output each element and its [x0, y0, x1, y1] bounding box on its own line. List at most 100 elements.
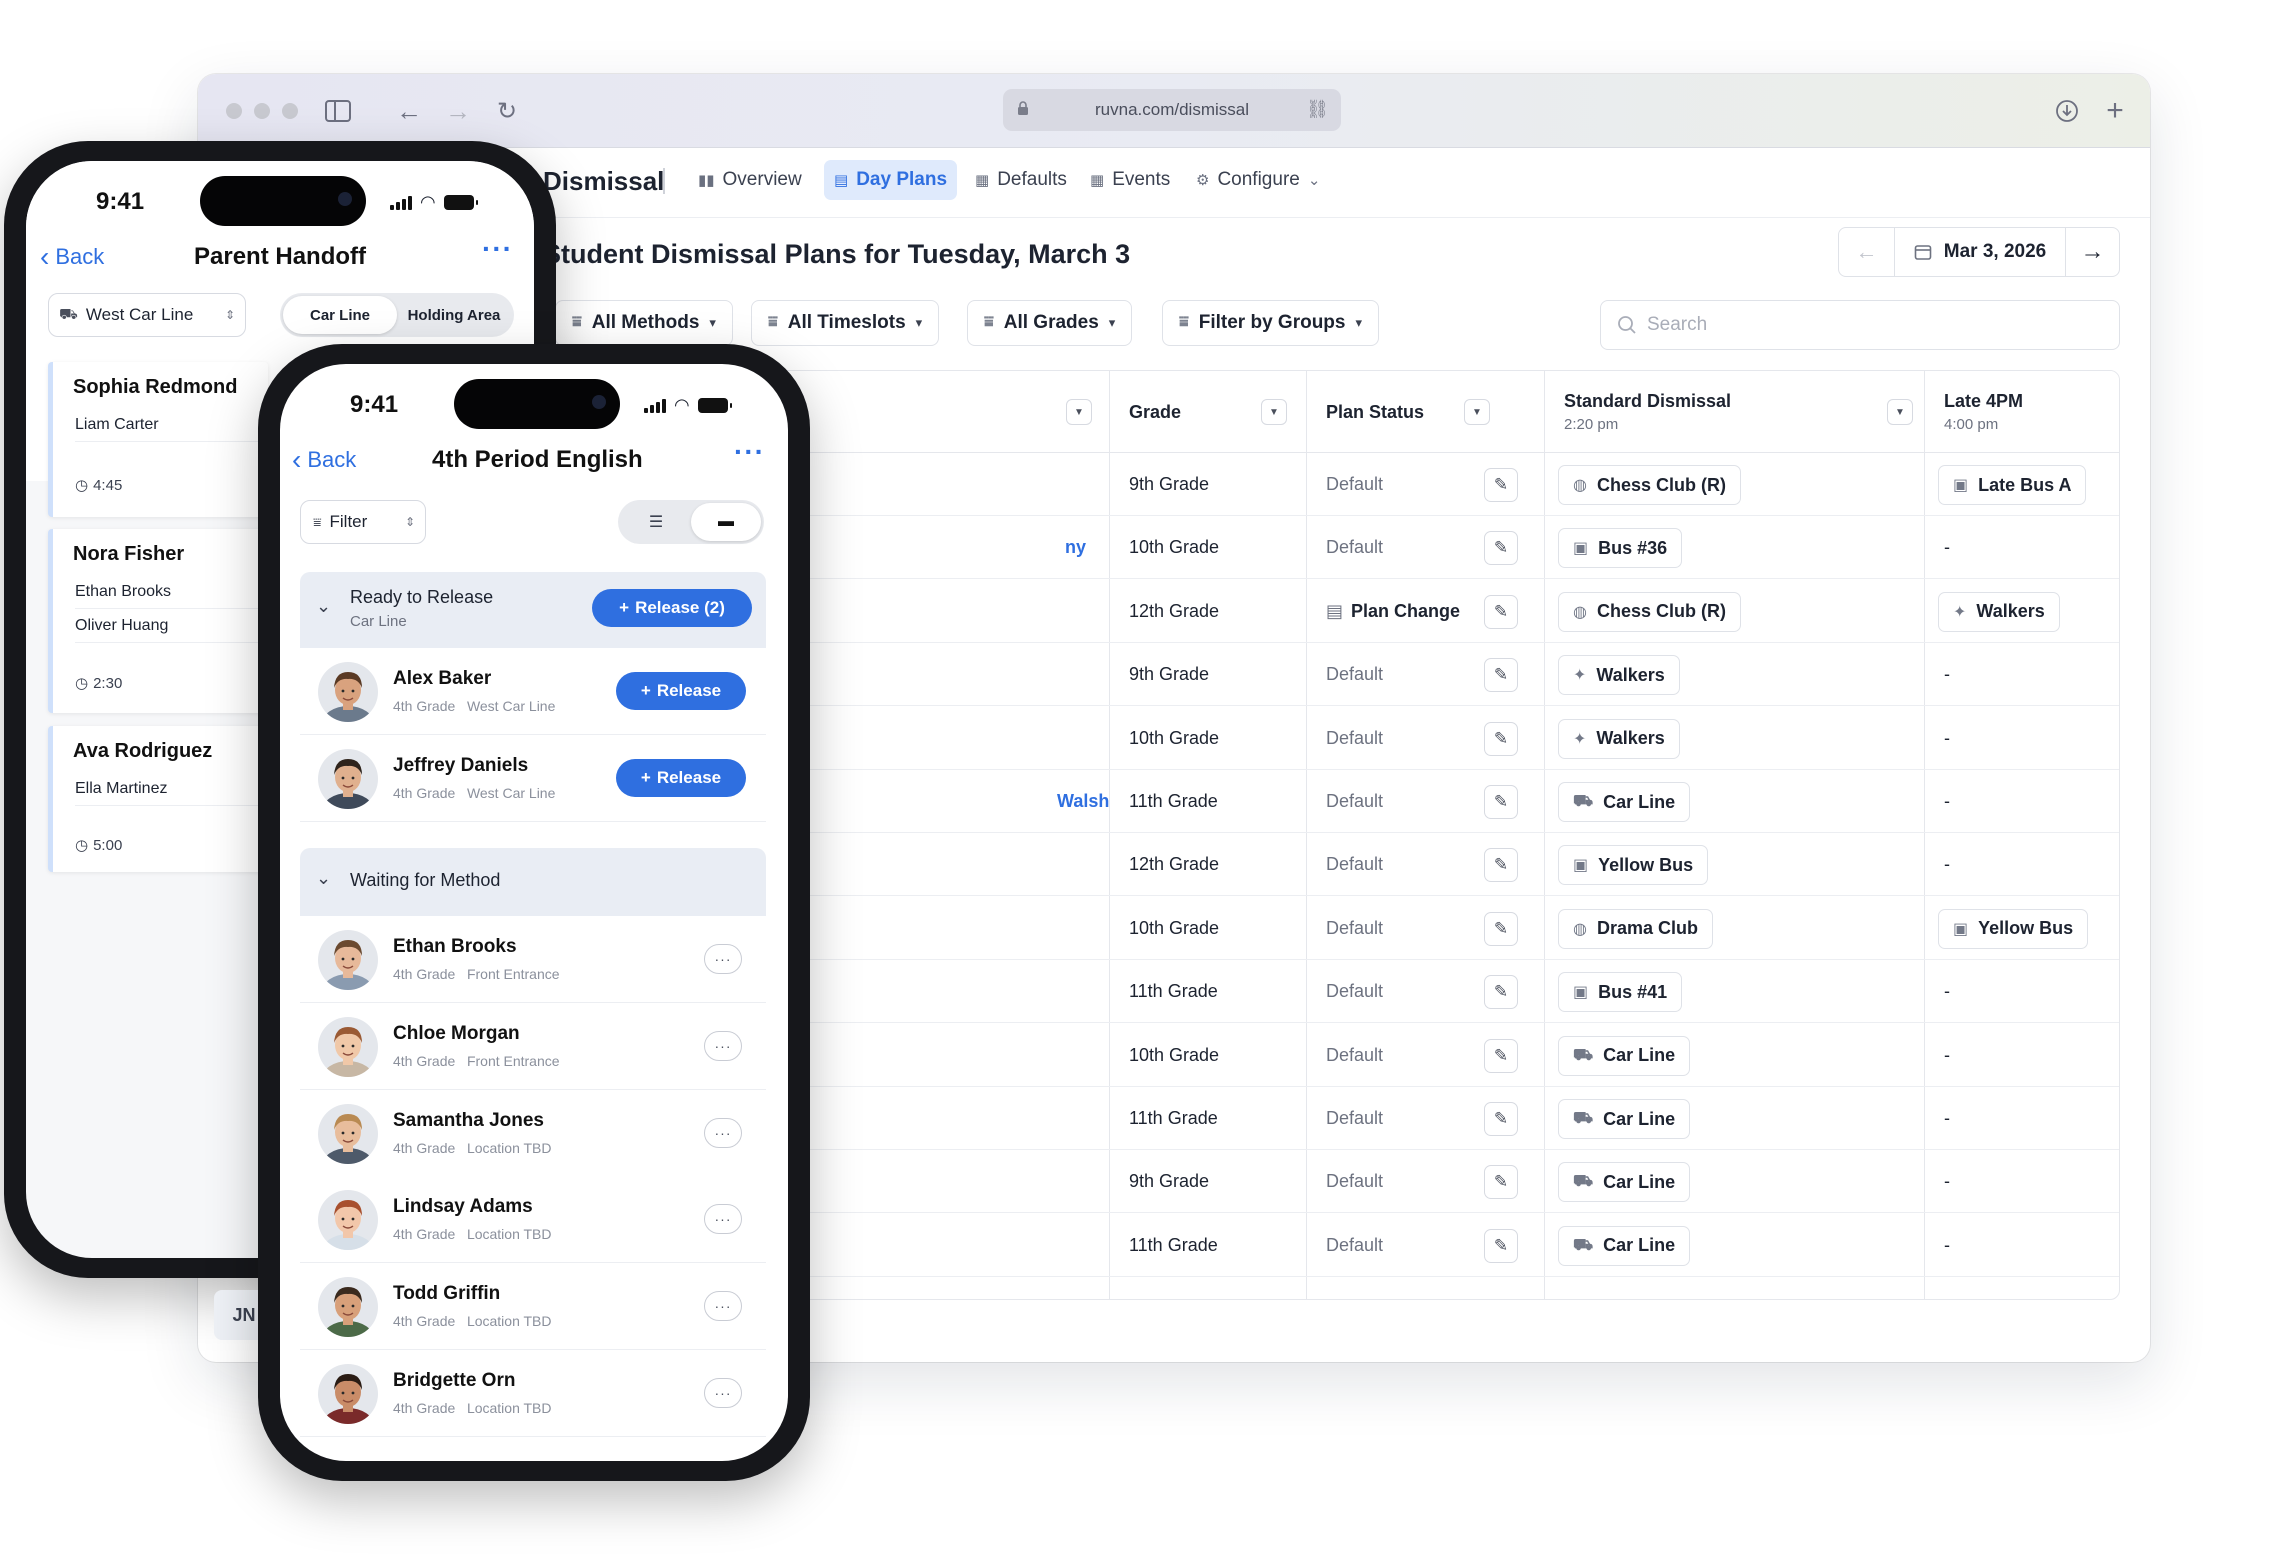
dismissal-method-chip[interactable]: ▣ Bus #36	[1558, 528, 1683, 569]
dismissal-method-chip[interactable]: ⛟ Car Line	[1558, 1099, 1691, 1139]
tab-day-plans[interactable]: ▤ Day Plans	[824, 160, 958, 200]
forward-arrow-icon[interactable]: →	[443, 96, 473, 126]
filter-timeslots-button[interactable]: ⩸ All Timeslots ▾	[751, 300, 940, 346]
date-picker[interactable]: Mar 3, 2026	[1895, 228, 2065, 276]
student-name-link[interactable]: Walsh	[1057, 770, 1109, 833]
plan-status-column-menu-button[interactable]: ▼	[1464, 399, 1490, 425]
edit-plan-button[interactable]: ✎	[1484, 594, 1518, 629]
back-button[interactable]: ‹ Back	[40, 241, 104, 273]
dismissal-method-chip[interactable]: ⛟ Car Line	[1558, 1162, 1691, 1203]
late-method-chip[interactable]: ▣ Yellow Bus	[1938, 908, 2089, 949]
more-actions-button[interactable]: ···	[704, 1204, 742, 1235]
chevron-down-icon: ⌄	[316, 596, 332, 616]
more-actions-button[interactable]: ···	[704, 1378, 742, 1408]
dismissal-method-chip[interactable]: ▣ Yellow Bus	[1558, 845, 1709, 886]
dismissal-method-chip[interactable]: ◍ Chess Club (R)	[1558, 465, 1741, 505]
student-row[interactable]: Bridgette Orn 4th Grade Location TBD ···	[300, 1350, 766, 1437]
card-view-icon[interactable]: ▬	[691, 503, 761, 541]
more-options-icon[interactable]: ···	[734, 436, 765, 468]
student-row[interactable]: Samantha Jones 4th Grade Location TBD ···	[300, 1089, 766, 1177]
window-zoom-dot[interactable]	[282, 103, 298, 119]
more-actions-button[interactable]: ···	[704, 1117, 742, 1148]
student-row[interactable]: Todd Griffin 4th Grade Location TBD ···	[300, 1263, 766, 1351]
dismissal-method-chip[interactable]: ✦ Walkers	[1558, 718, 1680, 759]
late-method-chip[interactable]: ▣ Late Bus A	[1938, 465, 2087, 505]
dismissal-method-chip[interactable]: ◍ Chess Club (R)	[1558, 591, 1741, 632]
late-method-chip[interactable]: ✦ Walkers	[1938, 591, 2060, 632]
tab-overview[interactable]: ▮▮ Overview	[688, 160, 812, 200]
edit-plan-button[interactable]: ✎	[1484, 658, 1518, 693]
lock-icon	[1018, 101, 1028, 115]
layout-toggle: ☰ ▬	[618, 500, 764, 544]
new-tab-icon[interactable]: +	[2100, 94, 2130, 127]
next-day-button[interactable]: →	[2065, 228, 2119, 276]
dismissal-method-chip[interactable]: ⛟ Car Line	[1558, 1035, 1691, 1076]
back-arrow-icon[interactable]: ←	[394, 96, 424, 126]
child-name: Oliver Huang	[75, 609, 275, 643]
search-input[interactable]: Search	[1600, 300, 2120, 350]
list-view-icon[interactable]: ☰	[621, 503, 691, 541]
address-bar[interactable]: ruvna.com/dismissal ⛓	[1003, 89, 1341, 131]
tab-events[interactable]: ▦ Events	[1080, 160, 1180, 200]
filter-button[interactable]: ⩸ Filter ⇕	[300, 500, 426, 544]
more-actions-button[interactable]: ···	[704, 1291, 742, 1322]
dismissal-method-chip[interactable]: ⛟ Car Line	[1558, 1225, 1691, 1266]
edit-plan-button[interactable]: ✎	[1484, 785, 1518, 819]
edit-plan-button[interactable]: ✎	[1484, 1165, 1518, 1200]
link-icon[interactable]: ⛓	[1306, 99, 1329, 120]
dismissal-method-chip[interactable]: ▣ Bus #41	[1558, 972, 1683, 1013]
edit-plan-button[interactable]: ✎	[1484, 721, 1518, 756]
more-options-icon[interactable]: ···	[482, 233, 513, 265]
dismissal-method-chip[interactable]: ⛟ Car Line	[1558, 782, 1691, 822]
filter-grades-button[interactable]: ⩸ All Grades ▾	[967, 300, 1133, 346]
window-close-dot[interactable]	[226, 103, 242, 119]
previous-day-button[interactable]: ←	[1839, 228, 1895, 276]
filter-groups-button[interactable]: ⩸ Filter by Groups ▾	[1162, 300, 1380, 346]
tab-defaults[interactable]: ▦ Defaults	[965, 160, 1077, 200]
student-row[interactable]: Jeffrey Daniels 4th Grade West Car Line + R…	[300, 734, 766, 822]
parent-card[interactable]: Nora Fisher Ethan Brooks Oliver Huang ◷ 2…	[48, 529, 275, 713]
edit-plan-button[interactable]: ✎	[1484, 1228, 1518, 1263]
sidebar-toggle-icon[interactable]	[323, 96, 353, 126]
student-row[interactable]: Ethan Brooks 4th Grade Front Entrance ···	[300, 916, 766, 1003]
student-row[interactable]: Lindsay Adams 4th Grade Location TBD ···	[300, 1176, 766, 1264]
release-button[interactable]: + Release	[616, 672, 746, 710]
edit-plan-button[interactable]: ✎	[1484, 531, 1518, 566]
window-minimize-dot[interactable]	[254, 103, 270, 119]
segment-holding-area[interactable]: Holding Area	[397, 296, 511, 334]
edit-plan-button[interactable]: ✎	[1484, 975, 1518, 1010]
grade-column-menu-button[interactable]: ▼	[1261, 399, 1287, 425]
chevron-down-icon: ⌄	[316, 868, 332, 888]
reload-icon[interactable]: ↻	[492, 96, 522, 126]
student-row[interactable]: Alex Baker 4th Grade West Car Line + Releas…	[300, 648, 766, 735]
edit-plan-button[interactable]: ✎	[1484, 1038, 1518, 1073]
column-menu-button[interactable]: ▼	[1066, 399, 1092, 425]
dismissal-method-chip[interactable]: ◍ Drama Club	[1558, 908, 1713, 949]
edit-plan-button[interactable]: ✎	[1484, 848, 1518, 883]
release-button[interactable]: + Release	[616, 758, 746, 797]
more-actions-button[interactable]: ···	[704, 944, 742, 974]
dismissal-method-chip[interactable]: ✦ Walkers	[1558, 655, 1680, 696]
child-name: Ethan Brooks	[75, 575, 275, 609]
waiting-section-header[interactable]: ⌄ Waiting for Method	[300, 848, 766, 916]
arrival-time: ◷ 2:30	[75, 674, 123, 693]
filter-methods-button[interactable]: ⩸ All Methods ▾	[555, 300, 733, 346]
plan-status-cell: Default	[1326, 537, 1384, 558]
parent-card[interactable]: Sophia Redmond Liam Carter ◷ 4:45	[48, 362, 275, 517]
tab-configure[interactable]: ⚙ Configure ⌄	[1186, 160, 1330, 200]
download-icon[interactable]	[2052, 96, 2082, 126]
segment-car-line[interactable]: Car Line	[283, 296, 397, 334]
standard-column-menu-button[interactable]: ▼	[1887, 399, 1913, 425]
student-name-link[interactable]: ny	[1065, 516, 1086, 579]
search-icon	[1618, 316, 1636, 334]
edit-plan-button[interactable]: ✎	[1484, 1102, 1518, 1136]
chart-icon: ▮▮	[698, 172, 715, 189]
edit-plan-button[interactable]: ✎	[1484, 911, 1518, 946]
release-all-button[interactable]: + Release (2)	[592, 589, 752, 627]
student-row[interactable]: Chloe Morgan 4th Grade Front Entrance ···	[300, 1002, 766, 1090]
edit-plan-button[interactable]: ✎	[1484, 468, 1518, 502]
back-button[interactable]: ‹ Back	[292, 444, 356, 476]
more-actions-button[interactable]: ···	[704, 1030, 742, 1061]
location-select[interactable]: ⛟ West Car Line ⇕	[48, 293, 246, 337]
parent-card[interactable]: Ava Rodriguez Ella Martinez ◷ 5:00	[48, 726, 275, 872]
